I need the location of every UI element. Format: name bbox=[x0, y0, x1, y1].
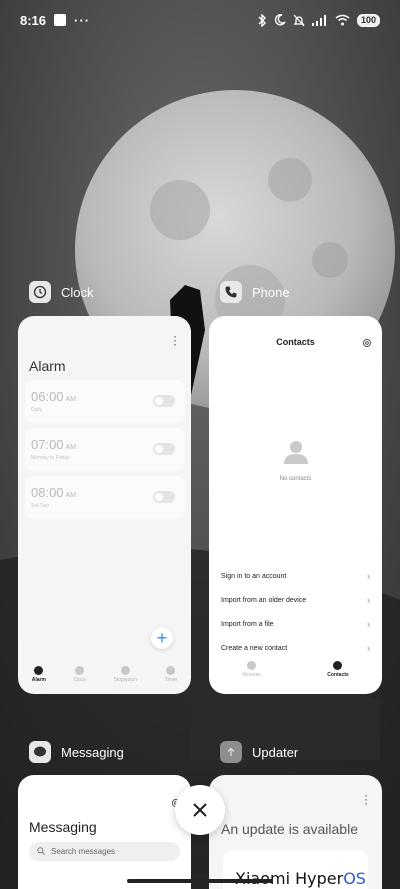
alarm-repeat: Daily bbox=[31, 407, 43, 413]
messaging-title: Messaging bbox=[29, 819, 97, 835]
app-name-messaging: Messaging bbox=[61, 744, 124, 760]
search-icon bbox=[37, 846, 45, 857]
nav-item-timer: Timer bbox=[165, 666, 177, 694]
updater-app-icon bbox=[220, 741, 242, 763]
chevron-right-icon: › bbox=[367, 595, 370, 605]
alarm-ampm: AM bbox=[65, 444, 77, 451]
alarm-time: 06:00 bbox=[31, 389, 64, 404]
nav-item-alarm: Alarm bbox=[32, 666, 46, 694]
alarm-repeat: Sat-Sun bbox=[31, 503, 50, 509]
alarm-repeat: Monday to Friday bbox=[31, 455, 70, 461]
notification-icon bbox=[54, 14, 67, 26]
alarm-time: 07:00 bbox=[31, 437, 64, 452]
more-icon: · · · bbox=[173, 329, 177, 351]
menu-row-import-file: Import from a file › bbox=[221, 619, 370, 629]
search-placeholder: Search messages bbox=[51, 847, 116, 856]
app-card-updater[interactable]: · · · An update is available Xiaomi HyperO… bbox=[209, 775, 382, 889]
timer-icon bbox=[166, 666, 176, 675]
alarm-row: 07:00 AM Monday to Friday bbox=[25, 428, 185, 471]
chevron-right-icon: › bbox=[367, 643, 370, 653]
alarm-title: Alarm bbox=[29, 358, 66, 374]
bell-off-icon bbox=[293, 14, 305, 27]
alarm-time: 08:00 bbox=[31, 485, 64, 500]
app-card-phone[interactable]: Contacts No contacts Sign in to an accou… bbox=[209, 316, 382, 694]
phone-app-icon bbox=[220, 281, 242, 303]
nav-item-recents: Recents bbox=[242, 661, 261, 678]
stopwatch-icon bbox=[120, 666, 130, 675]
app-header-clock[interactable]: Clock bbox=[29, 281, 94, 303]
phone-bottom-nav: Recents Contacts bbox=[209, 661, 382, 678]
no-contacts-text: No contacts bbox=[279, 476, 312, 482]
contacts-title: Contacts bbox=[276, 337, 315, 347]
alarm-toggle bbox=[153, 443, 175, 455]
menu-row-sign-in: Sign in to an account › bbox=[221, 571, 370, 581]
chevron-right-icon: › bbox=[367, 619, 370, 629]
status-bar: 8:16 ··· 100 bbox=[0, 0, 400, 40]
person-placeholder-icon bbox=[283, 439, 309, 470]
app-card-messaging[interactable]: Messaging Search messages bbox=[18, 775, 191, 889]
alarm-toggle bbox=[153, 395, 175, 407]
messaging-app-icon bbox=[29, 741, 51, 763]
add-alarm-icon: + bbox=[151, 627, 173, 649]
wifi-icon bbox=[335, 14, 350, 26]
app-name-phone: Phone bbox=[252, 284, 290, 300]
more-notifications-icon: ··· bbox=[74, 12, 91, 28]
moon-icon bbox=[274, 14, 286, 26]
menu-row-import-device: Import from an older device › bbox=[221, 595, 370, 605]
update-headline: An update is available bbox=[221, 821, 358, 837]
close-all-button[interactable] bbox=[175, 785, 225, 835]
app-header-updater[interactable]: Updater bbox=[220, 741, 298, 763]
app-card-clock[interactable]: · · · Alarm 06:00 AM Daily 07:00 AM Monday t… bbox=[18, 316, 191, 694]
app-header-messaging[interactable]: Messaging bbox=[29, 741, 124, 763]
more-icon: · · · bbox=[364, 788, 368, 810]
contacts-person-icon bbox=[333, 661, 343, 670]
nav-item-clock: Clock bbox=[74, 666, 86, 694]
app-name-updater: Updater bbox=[252, 744, 299, 760]
battery-indicator: 100 bbox=[356, 13, 380, 27]
app-header-phone[interactable]: Phone bbox=[220, 281, 290, 303]
clock-app-icon bbox=[29, 281, 51, 303]
recents-phone-icon bbox=[246, 661, 256, 670]
alarm-row: 06:00 AM Daily bbox=[25, 380, 185, 423]
chevron-right-icon: › bbox=[367, 571, 370, 581]
signal-icon bbox=[311, 14, 328, 26]
alarm-ampm: AM bbox=[65, 396, 77, 403]
nav-item-stopwatch: Stopwatch bbox=[114, 666, 137, 694]
nav-item-contacts: Contacts bbox=[327, 661, 349, 678]
menu-row-create-contact: Create a new contact › bbox=[221, 643, 370, 653]
app-name-clock: Clock bbox=[61, 284, 94, 300]
close-icon bbox=[193, 803, 207, 817]
alarm-toggle bbox=[153, 491, 175, 503]
home-indicator[interactable] bbox=[127, 879, 273, 883]
status-time: 8:16 bbox=[20, 12, 47, 28]
alarm-icon bbox=[34, 666, 44, 675]
clock-bottom-nav: Alarm Clock Stopwatch Timer bbox=[18, 666, 191, 694]
alarm-row: 08:00 AM Sat-Sun bbox=[25, 476, 185, 519]
clock-icon bbox=[75, 666, 85, 675]
settings-gear-icon bbox=[362, 335, 372, 353]
search-messages-field: Search messages bbox=[29, 842, 180, 861]
bluetooth-icon bbox=[257, 13, 267, 27]
alarm-ampm: AM bbox=[65, 492, 77, 499]
